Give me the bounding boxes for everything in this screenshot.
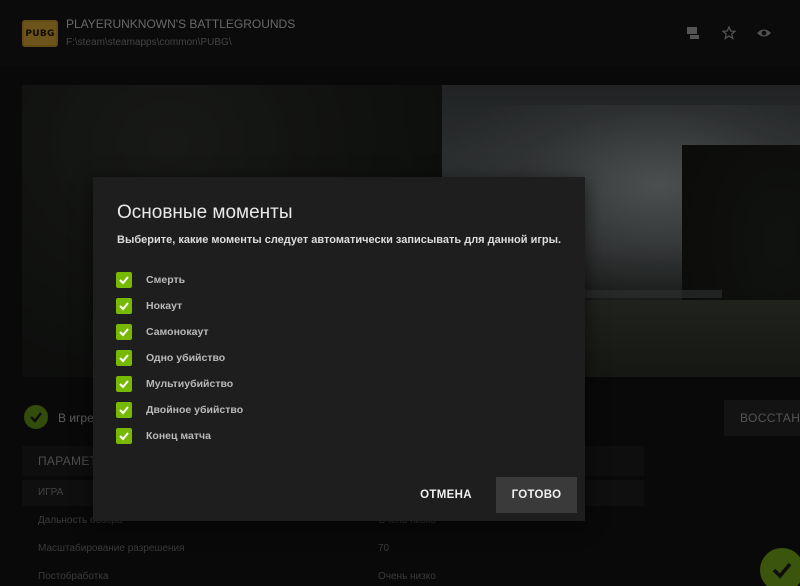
- check-icon: [119, 432, 129, 441]
- done-button[interactable]: ГОТОВО: [496, 477, 577, 513]
- option-checkbox-death[interactable]: Смерть: [116, 271, 185, 289]
- option-label: Мультиубийство: [146, 378, 234, 390]
- option-checkbox-multi-kill[interactable]: Мультиубийство: [116, 375, 233, 393]
- checkbox[interactable]: [116, 298, 132, 314]
- option-checkbox-double-kill[interactable]: Двойное убийство: [116, 401, 243, 419]
- option-label: Одно убийство: [146, 352, 226, 364]
- check-icon: [119, 406, 129, 415]
- option-checkbox-knockout[interactable]: Нокаут: [116, 297, 182, 315]
- option-label: Двойное убийство: [146, 404, 244, 416]
- check-icon: [119, 302, 129, 311]
- check-icon: [119, 276, 129, 285]
- checkbox[interactable]: [116, 350, 132, 366]
- highlights-dialog: Основные моменты Выберите, какие моменты…: [93, 177, 585, 521]
- dialog-title: Основные моменты: [117, 202, 293, 223]
- checkbox[interactable]: [116, 402, 132, 418]
- app-window: PUBG PLAYERUNKNOWN'S BATTLEGROUNDS F:\st…: [0, 0, 800, 586]
- check-icon: [119, 328, 129, 337]
- option-label: Конец матча: [146, 430, 211, 442]
- option-label: Самонокаут: [146, 326, 209, 338]
- dialog-subtitle: Выберите, какие моменты следует автомати…: [117, 234, 562, 246]
- check-icon: [119, 354, 129, 363]
- option-checkbox-match-end[interactable]: Конец матча: [116, 427, 211, 445]
- check-icon: [119, 380, 129, 389]
- checkbox[interactable]: [116, 324, 132, 340]
- option-label: Смерть: [146, 274, 186, 286]
- cancel-button[interactable]: ОТМЕНА: [408, 477, 484, 513]
- option-label: Нокаут: [146, 300, 183, 312]
- option-checkbox-self-knockout[interactable]: Самонокаут: [116, 323, 209, 341]
- option-checkbox-single-kill[interactable]: Одно убийство: [116, 349, 225, 367]
- checkbox[interactable]: [116, 376, 132, 392]
- checkbox[interactable]: [116, 428, 132, 444]
- checkbox[interactable]: [116, 272, 132, 288]
